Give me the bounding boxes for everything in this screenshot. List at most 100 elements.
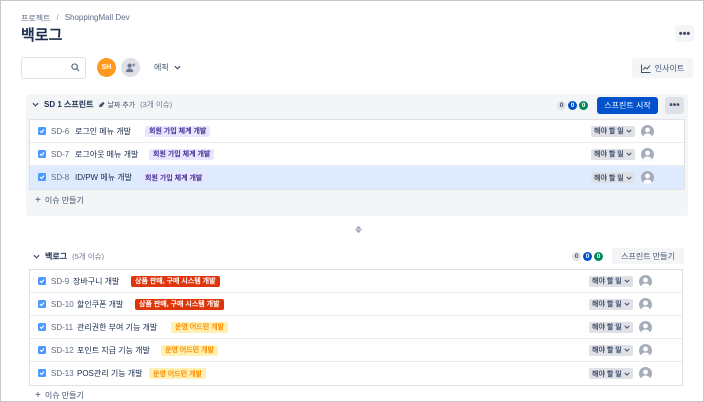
status-dropdown[interactable]: 해야 할 일 [589,344,633,356]
status-label: 해야 할 일 [594,128,624,135]
search-icon [71,63,80,72]
status-dropdown[interactable]: 해야 할 일 [589,321,633,333]
chevron-down-icon [174,65,181,70]
table-row[interactable]: SD-10 할인쿠폰 개발 상품 판매, 구매 시스템 개발 해야 할 일 [30,293,682,316]
sprint-container: SD 1 스프린트 날짜 추가 (3개 이슈) 0 0 0 스프린트 시작 ••… [26,94,688,216]
breadcrumb-projects-link[interactable]: 프로젝트 [21,13,50,24]
issue-summary: 장바구니 개발 [73,276,120,286]
epic-badge[interactable]: 운영 어드민 개발 [171,321,228,333]
assignee-avatar[interactable] [639,274,652,288]
todo-count: 0 [572,252,581,261]
add-date-link[interactable]: 날짜 추가 [98,100,135,110]
epic-badge[interactable]: 회원 가입 체계 개발 [145,125,211,137]
backlog-issue-count: (5개 이슈) [72,252,105,261]
insights-button[interactable]: 인사이트 [632,58,693,78]
issue-summary: 포인트 지급 기능 개발 [77,345,150,355]
status-dropdown[interactable]: 해야 할 일 [589,275,633,287]
chevron-down-icon [624,348,630,352]
create-sprint-button[interactable]: 스프린트 만들기 [612,248,684,264]
issue-key[interactable]: SD-9 [51,277,69,286]
issue-key[interactable]: SD-7 [51,150,69,159]
chevron-down-icon [624,372,630,376]
drag-handle-icon [354,225,363,234]
issue-type-icon [38,346,46,354]
add-people-button[interactable] [121,58,140,77]
epic-badge[interactable]: 운영 어드민 개발 [149,368,206,379]
epic-badge[interactable]: 상품 판매, 구매 시스템 개발 [135,298,224,310]
assignee-avatar[interactable] [641,124,654,138]
in-progress-count: 0 [583,252,592,261]
assignee-avatar[interactable] [639,343,652,357]
done-count: 0 [579,101,588,110]
chevron-down-icon [624,279,630,283]
avatar[interactable]: SH [97,58,116,77]
epic-filter-label: 에픽 [154,63,169,72]
assignee-avatar[interactable] [641,147,654,161]
issue-summary: 로그아웃 메뉴 개발 [75,149,139,159]
table-row[interactable]: SD-7 로그아웃 메뉴 개발 회원 가입 체계 개발 해야 할 일 [30,143,684,166]
issue-summary: 관리권한 부여 기능 개발 [77,322,158,332]
person-icon [641,346,650,357]
start-sprint-button[interactable]: 스프린트 시작 [597,97,658,114]
person-icon [641,323,650,334]
sprint-header[interactable]: SD 1 스프린트 날짜 추가 (3개 이슈) [32,99,172,110]
epic-filter-dropdown[interactable]: 에픽 [154,62,181,73]
backlog-status-counts: 0 0 0 [572,252,603,261]
status-label: 해야 할 일 [592,370,622,378]
insights-label: 인사이트 [654,63,685,73]
chevron-down-icon [626,129,632,133]
status-dropdown[interactable]: 해야 할 일 [589,368,633,379]
table-row[interactable]: SD-9 장바구니 개발 상품 판매, 구매 시스템 개발 해야 할 일 [30,270,682,293]
table-row[interactable]: SD-12 포인트 지급 기능 개발 운영 어드민 개발 해야 할 일 [30,339,682,362]
table-row[interactable]: SD-8 ID/PW 메뉴 개발 회원 가입 체계 개발 해야 할 일 [30,166,684,189]
breadcrumb-separator: / [56,13,59,22]
todo-count: 0 [557,101,566,110]
issue-key[interactable]: SD-11 [51,323,73,332]
status-dropdown[interactable]: 해야 할 일 [591,125,635,137]
chevron-down-icon [624,302,630,306]
issue-key[interactable]: SD-13 [51,369,74,378]
breadcrumb: 프로젝트 / ShoppingMall Dev [21,13,130,24]
issue-type-icon [38,173,46,181]
table-row[interactable]: SD-6 로그인 메뉴 개발 회원 가입 체계 개발 해야 할 일 [30,120,684,143]
issue-key[interactable]: SD-12 [51,346,74,355]
issue-type-icon [38,150,46,158]
create-issue-button[interactable]: + 이슈 만들기 [35,390,84,401]
create-issue-button[interactable]: + 이슈 만들기 [35,195,84,206]
issue-key[interactable]: SD-10 [51,300,74,309]
assignee-avatar[interactable] [639,320,652,334]
epic-badge[interactable]: 운영 어드민 개발 [161,344,218,356]
status-label: 해야 할 일 [594,151,624,158]
backlog-header[interactable]: 백로그 (5개 이슈) [33,251,104,262]
epic-badge[interactable]: 상품 판매, 구매 시스템 개발 [131,275,220,287]
breadcrumb-project-link[interactable]: ShoppingMall Dev [65,13,130,24]
assignee-avatar[interactable] [641,171,654,184]
assignee-avatar[interactable] [639,367,652,380]
in-progress-count: 0 [568,101,577,110]
status-dropdown[interactable]: 해야 할 일 [589,298,633,310]
sprint-more-button[interactable]: ••• [665,97,684,114]
more-icon: ••• [678,27,691,40]
issue-type-icon [38,277,46,285]
person-icon [641,369,650,380]
table-row[interactable]: SD-11 관리권한 부여 기능 개발 운영 어드민 개발 해야 할 일 [30,316,682,339]
issue-key[interactable]: SD-8 [51,173,69,182]
epic-badge[interactable]: 회원 가입 체계 개발 [149,148,215,160]
search-input[interactable] [21,57,86,79]
table-row[interactable]: SD-13 POS관리 기능 개발 운영 어드민 개발 해야 할 일 [30,362,682,385]
person-icon [643,150,652,161]
issue-summary: 할인쿠폰 개발 [77,299,124,309]
issue-key[interactable]: SD-6 [51,127,69,136]
create-issue-label: 이슈 만들기 [44,196,84,205]
resize-handle[interactable] [354,225,363,236]
assignee-avatar[interactable] [639,297,652,311]
page-more-button[interactable]: ••• [675,25,694,42]
issue-type-icon [38,300,46,308]
epic-badge[interactable]: 회원 가입 체계 개발 [141,172,207,183]
chevron-down-icon[interactable] [32,102,39,107]
status-dropdown[interactable]: 해야 할 일 [591,172,635,183]
chevron-down-icon[interactable] [33,254,40,259]
done-count: 0 [594,252,603,261]
status-dropdown[interactable]: 해야 할 일 [591,148,635,160]
chart-icon [640,64,651,73]
